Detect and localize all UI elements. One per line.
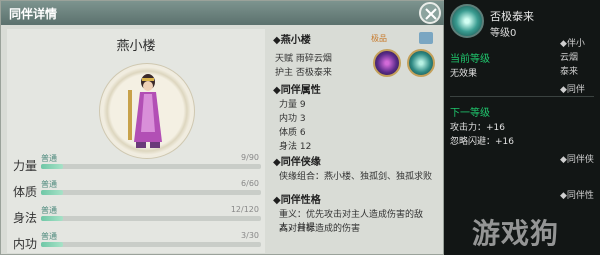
tooltip-skill-name: 否极泰来 bbox=[490, 10, 534, 23]
stat-quality: 普通 bbox=[41, 232, 57, 241]
background-info-strip: ◆伴小 云烟 泰来 ◆同伴 ◆同伴侠 ◆同伴性 bbox=[560, 36, 600, 255]
character-portrait bbox=[128, 74, 162, 148]
personality-line: 高对目标造成的伤害 bbox=[279, 224, 361, 234]
stat-label: 体质 bbox=[13, 185, 38, 199]
character-name: 燕小楼 bbox=[116, 39, 156, 54]
stat-value: 12/120 bbox=[230, 205, 259, 214]
attribute-line: 内功 3 bbox=[279, 114, 306, 124]
stat-value: 6/60 bbox=[241, 179, 259, 188]
panel-title: 同伴详情 bbox=[9, 7, 58, 21]
stat-bar-fill bbox=[41, 164, 63, 169]
strip-text: ◆同伴侠 bbox=[560, 155, 594, 165]
talent-line: 天赋 雨碎云烟 bbox=[275, 54, 332, 64]
strip-text: 泰来 bbox=[560, 67, 579, 77]
current-level-effect: 无效果 bbox=[450, 69, 478, 79]
attribute-line: 体质 6 bbox=[279, 128, 306, 138]
tooltip-skill-level: 等级0 bbox=[490, 28, 517, 39]
companion-info-column: ◆燕小楼 极品 天赋 雨碎云烟 护主 否极泰来 ◆同伴属性 力量 9 内功 3 … bbox=[273, 29, 439, 253]
name-heading: ◆燕小楼 bbox=[273, 35, 311, 46]
strip-text: 云烟 bbox=[560, 53, 579, 63]
portrait-frame bbox=[99, 63, 195, 159]
stat-row-constitution: 普通 6/60 体质 bbox=[9, 179, 267, 199]
stat-bar bbox=[41, 242, 261, 247]
character-column: 燕小楼 普通 9/90 力量 普通 6/60 体质 普通 12/120 身法 普… bbox=[7, 29, 265, 253]
companion-detail-panel: 同伴详情 燕小楼 普通 9/90 力量 普通 6/60 体质 普通 12/120… bbox=[0, 0, 445, 255]
stat-row-strength: 普通 9/90 力量 bbox=[9, 153, 267, 173]
current-level-heading: 当前等级 bbox=[450, 54, 490, 65]
stat-label: 身法 bbox=[13, 211, 38, 225]
panel-header: 同伴详情 bbox=[1, 1, 445, 25]
stat-row-inner-power: 普通 3/30 内功 bbox=[9, 231, 267, 251]
stat-label: 力量 bbox=[13, 159, 38, 173]
attribute-line: 力量 9 bbox=[279, 100, 306, 110]
strip-text: ◆同伴性 bbox=[560, 191, 594, 201]
stat-bar-fill bbox=[41, 216, 63, 221]
stat-row-agility: 普通 12/120 身法 bbox=[9, 205, 267, 225]
stat-value: 3/30 bbox=[241, 231, 259, 240]
next-level-line: 忽略闪避：+16 bbox=[450, 137, 514, 147]
rank-badge: 极品 bbox=[371, 34, 387, 43]
next-level-heading: 下一等级 bbox=[450, 108, 490, 119]
talent-skill-icon[interactable] bbox=[373, 49, 401, 77]
next-level-line: 攻击力：+16 bbox=[450, 123, 505, 133]
personality-heading: ◆同伴性格 bbox=[273, 195, 321, 206]
stat-bar bbox=[41, 216, 261, 221]
stat-label: 内功 bbox=[13, 237, 38, 251]
attribute-line: 身法 12 bbox=[279, 142, 312, 152]
strip-text: ◆同伴 bbox=[560, 85, 585, 95]
stat-bar bbox=[41, 164, 261, 169]
tag-icon[interactable] bbox=[419, 32, 433, 44]
close-icon bbox=[425, 8, 437, 20]
attributes-heading: ◆同伴属性 bbox=[273, 85, 321, 96]
stat-quality: 普通 bbox=[41, 206, 57, 215]
watermark-logo: 游戏狗 bbox=[472, 217, 560, 250]
close-button[interactable] bbox=[419, 2, 441, 24]
combo-heading: ◆同伴侠缘 bbox=[273, 157, 321, 168]
stat-value: 9/90 bbox=[241, 153, 259, 162]
combo-line: 侠缘组合：燕小楼、独孤剑、独孤求败 bbox=[279, 172, 433, 182]
strip-text: ◆伴小 bbox=[560, 39, 585, 49]
guard-line: 护主 否极泰来 bbox=[275, 68, 332, 78]
stat-quality: 普通 bbox=[41, 180, 57, 189]
guard-skill-icon[interactable] bbox=[407, 49, 435, 77]
stat-bar bbox=[41, 190, 261, 195]
stat-quality: 普通 bbox=[41, 154, 57, 163]
swirl-skill-icon bbox=[450, 4, 484, 38]
stat-bar-fill bbox=[41, 190, 63, 195]
stat-bar-fill bbox=[41, 242, 63, 247]
